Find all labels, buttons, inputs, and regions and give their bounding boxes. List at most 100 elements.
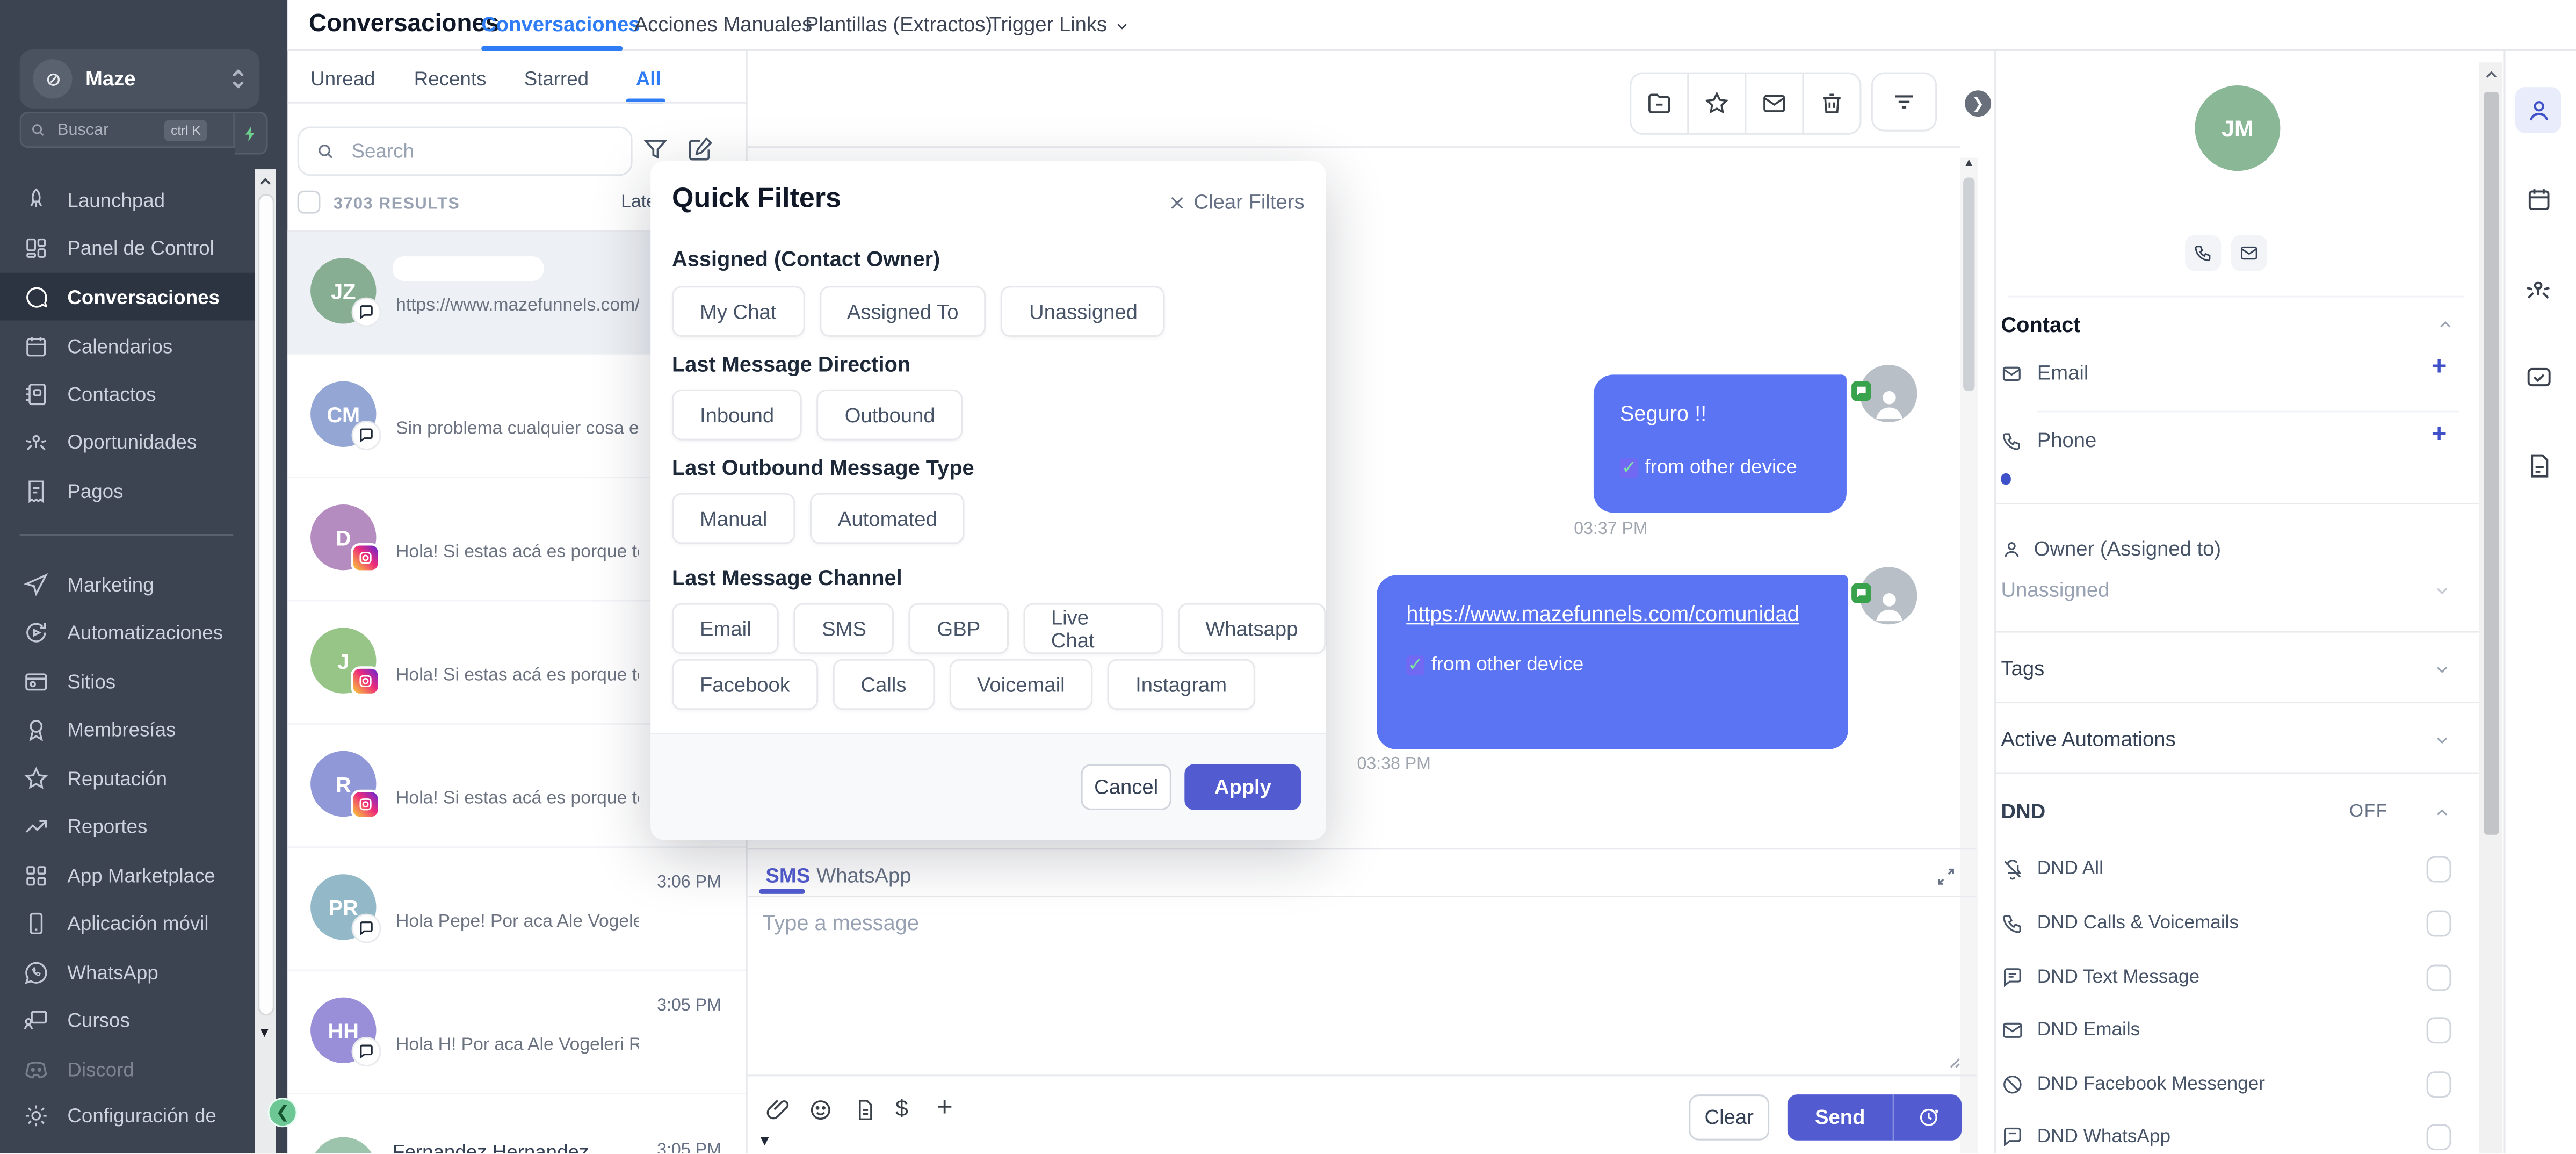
chip-calls[interactable]: Calls (833, 659, 934, 710)
tags-chevron-icon[interactable] (2433, 661, 2451, 679)
add-email-button[interactable]: + (2432, 354, 2447, 383)
sidebar-item-automatizaciones[interactable]: Automatizaciones (0, 608, 255, 656)
list-scroll-down-icon[interactable]: ▼ (757, 1132, 772, 1149)
clear-button[interactable]: Clear (1689, 1094, 1769, 1141)
conversation-row-7[interactable]: HH Hola H! Por aca Ale Vogeleri Rec 3:05… (287, 971, 746, 1094)
sidebar-scroll-up-icon[interactable] (256, 172, 274, 191)
conversation-row-8[interactable]: Fernandez Hernandez 3:05 PM (287, 1094, 746, 1153)
mark-read-button[interactable] (1746, 74, 1804, 133)
dnd-calls-toggle[interactable] (2427, 911, 2451, 937)
chip-sms[interactable]: SMS (794, 603, 894, 654)
sidebar-item-app-marketplace[interactable]: App Marketplace (0, 851, 255, 899)
contact-collapse-icon[interactable] (2436, 315, 2455, 334)
sidebar-item-reportes[interactable]: Reportes (0, 802, 255, 850)
attachment-icon[interactable] (765, 1098, 790, 1122)
delete-button[interactable] (1804, 74, 1859, 133)
sidebar-item-configuracion[interactable]: Configuración de (0, 1091, 255, 1139)
sidebar-item-membresias[interactable]: Membresías (0, 705, 255, 753)
sidebar-search-input[interactable] (54, 119, 156, 141)
composer-tab-whatsapp[interactable]: WhatsApp (816, 864, 911, 888)
list-tab-recents[interactable]: Recents (414, 67, 487, 90)
chip-gbp[interactable]: GBP (909, 603, 1009, 654)
sidebar-item-launchpad[interactable]: Launchpad (0, 176, 255, 223)
message-link[interactable]: https://www.mazefunnels.com/comunidad (1406, 601, 1820, 626)
quick-actions-button[interactable] (235, 112, 267, 155)
dnd-whatsapp-toggle[interactable] (2427, 1124, 2451, 1150)
sidebar-scroll-down-icon[interactable]: ▼ (258, 1026, 271, 1041)
tab-plantillas[interactable]: Plantillas (Extractos) (805, 13, 969, 36)
chat-scrollbar-thumb[interactable] (1963, 177, 1974, 391)
chip-outbound[interactable]: Outbound (817, 390, 963, 441)
tags-section[interactable]: Tags (2001, 657, 2044, 680)
chip-inbound[interactable]: Inbound (672, 390, 802, 441)
workspace-chevrons-icon[interactable] (230, 66, 247, 92)
sidebar-item-whatsapp[interactable]: WhatsApp (0, 948, 255, 996)
dnd-chevron-icon[interactable] (2433, 804, 2451, 822)
select-all-checkbox[interactable] (298, 191, 321, 214)
sidebar-item-reputacion[interactable]: Reputación (0, 754, 255, 802)
sidebar-item-aplicacion-movil[interactable]: Aplicación móvil (0, 899, 255, 947)
filter-funnel-icon[interactable] (642, 136, 669, 163)
sidebar-item-cursos[interactable]: Cursos (0, 996, 255, 1044)
sidebar-item-marketing[interactable]: Marketing (0, 560, 255, 608)
plus-icon[interactable]: + (936, 1091, 952, 1124)
active-automations-section[interactable]: Active Automations (2001, 728, 2175, 751)
sidebar-item-pagos[interactable]: Pagos (0, 467, 255, 515)
automations-chevron-icon[interactable] (2433, 731, 2451, 749)
sidebar-item-conversaciones[interactable]: Conversaciones (0, 273, 255, 321)
sidebar-item-contactos[interactable]: Contactos (0, 370, 255, 417)
archive-button[interactable] (1631, 74, 1689, 133)
dnd-text-toggle[interactable] (2427, 964, 2451, 991)
chip-whatsapp[interactable]: Whatsapp (1177, 603, 1326, 654)
rail-opportunities-tab[interactable] (2523, 275, 2553, 304)
sidebar-search[interactable]: ctrl K (20, 112, 235, 148)
rail-notes-tab[interactable] (2525, 452, 2553, 480)
chip-my-chat[interactable]: My Chat (672, 286, 804, 337)
message-filter-button[interactable] (1871, 73, 1937, 132)
call-button[interactable] (2185, 235, 2221, 271)
sidebar-item-oportunidades[interactable]: Oportunidades (0, 417, 255, 465)
sidebar-collapse-button[interactable]: ❮ (268, 1098, 298, 1127)
list-tab-all[interactable]: All (636, 67, 661, 90)
template-icon[interactable] (852, 1098, 877, 1122)
chip-automated[interactable]: Automated (810, 493, 965, 544)
chip-instagram[interactable]: Instagram (1108, 659, 1255, 710)
tab-conversaciones[interactable]: Conversaciones (481, 13, 623, 36)
composer-expand-icon[interactable] (1935, 866, 1957, 888)
sidebar-scrollbar-thumb[interactable] (257, 194, 274, 1015)
chip-unassigned[interactable]: Unassigned (1001, 286, 1166, 337)
sidebar-item-sitios[interactable]: Sitios (0, 657, 255, 705)
conversation-row-6[interactable]: PR Hola Pepe! Por aca Ale Vogeleri 3:06 … (287, 848, 746, 971)
schedule-send-icon[interactable] (1894, 1106, 1962, 1129)
workspace-switcher[interactable]: Maze (20, 49, 260, 109)
apply-button[interactable]: Apply (1184, 764, 1301, 810)
collapse-panel-button[interactable]: ❯ (1965, 90, 1991, 117)
panel-scrollbar-thumb[interactable] (2483, 92, 2498, 835)
dnd-emails-toggle[interactable] (2427, 1017, 2451, 1043)
message-input[interactable] (759, 907, 1909, 1063)
sidebar-item-discord[interactable]: Discord (0, 1045, 255, 1093)
clear-filters-button[interactable]: Clear Filters (1168, 191, 1305, 214)
tab-trigger-links[interactable]: Trigger Links (987, 13, 1109, 36)
send-button[interactable]: Send (1788, 1094, 1962, 1141)
rail-contact-tab[interactable] (2515, 87, 2561, 133)
list-tab-starred[interactable]: Starred (524, 67, 589, 90)
emoji-icon[interactable] (808, 1098, 833, 1122)
chip-manual[interactable]: Manual (672, 493, 795, 544)
owner-select[interactable]: Unassigned (2001, 579, 2109, 602)
chat-scroll-up-icon[interactable]: ▲ (1963, 158, 1974, 169)
payment-request-icon[interactable]: $ (895, 1094, 908, 1121)
cancel-button[interactable]: Cancel (1081, 764, 1171, 810)
sidebar-item-panel-de-control[interactable]: Panel de Control (0, 223, 255, 271)
add-phone-button[interactable]: + (2432, 421, 2447, 450)
chip-facebook[interactable]: Facebook (672, 659, 818, 710)
tab-acciones-manuales[interactable]: Acciones Manuales (634, 13, 779, 36)
conversation-search-input[interactable] (348, 138, 601, 164)
message-textarea[interactable] (759, 907, 1915, 1070)
resize-grip-icon[interactable] (1942, 1050, 1962, 1070)
chip-email[interactable]: Email (672, 603, 779, 654)
conversation-search[interactable] (298, 127, 633, 176)
panel-scroll-up-icon[interactable] (2483, 66, 2501, 84)
email-button[interactable] (2231, 235, 2267, 271)
owner-chevron-icon[interactable] (2433, 582, 2451, 600)
